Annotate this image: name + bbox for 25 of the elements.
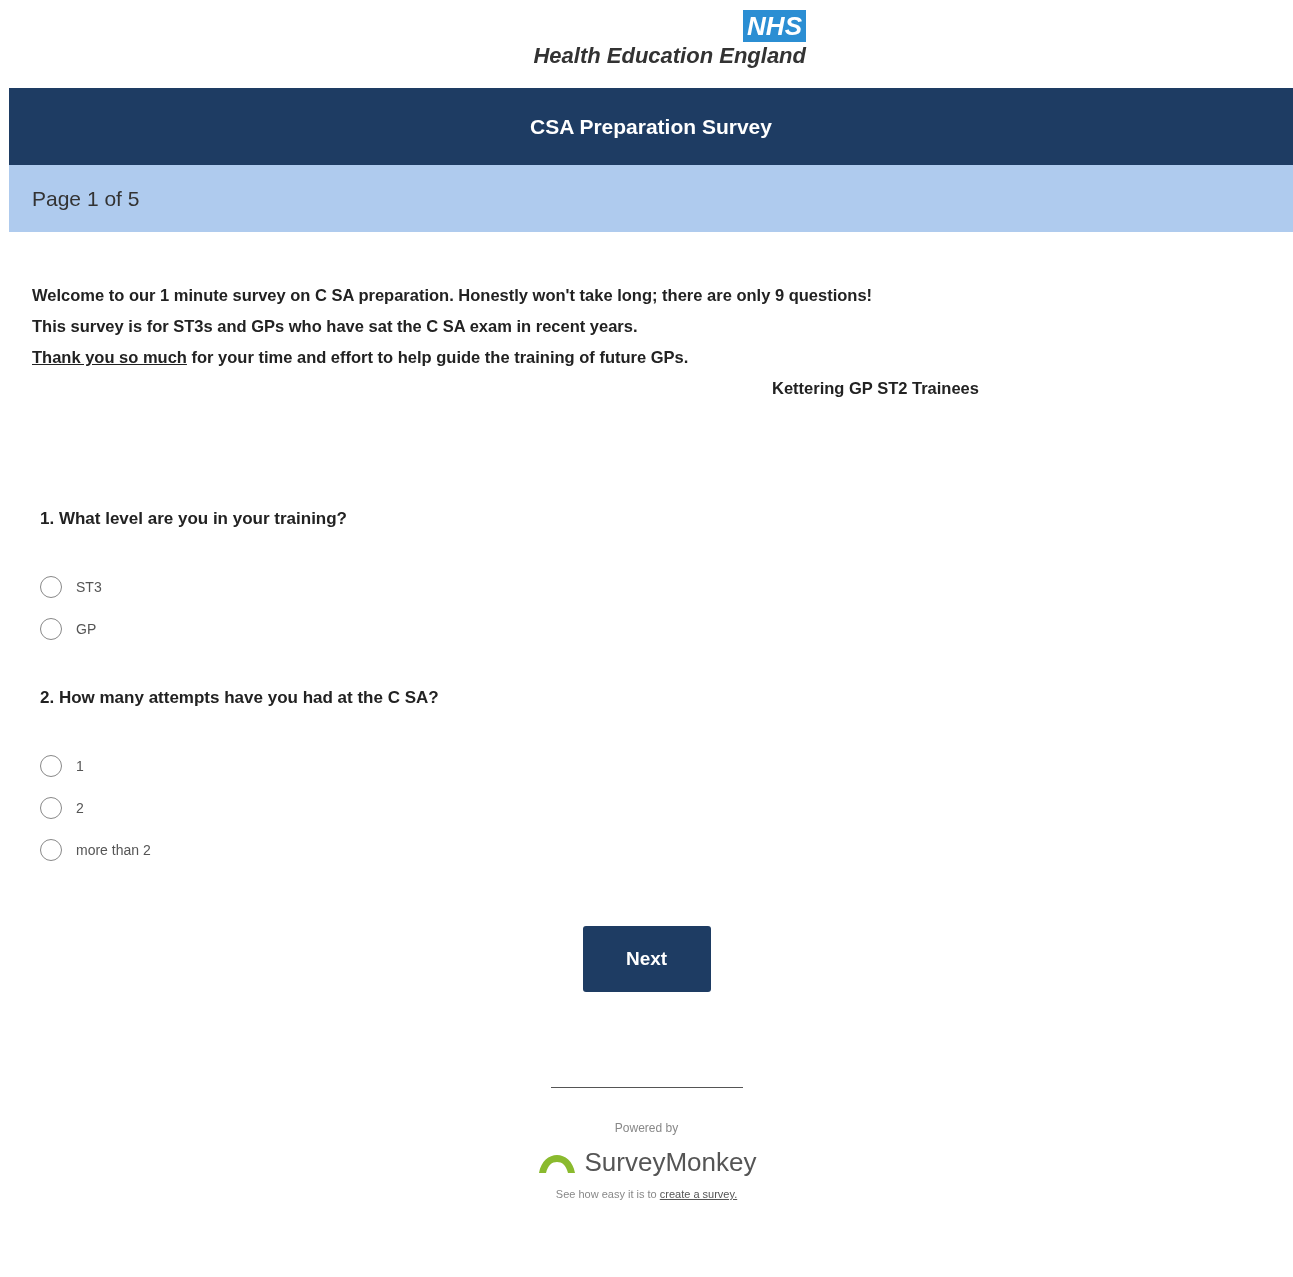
option-label: 1 (76, 758, 84, 774)
intro-text: This survey is for ST3s and GPs who have sat the C SA exam in recent years. (32, 316, 639, 337)
intro-text: Thank you so much for your time and effort to help guide the training of future GPs. (32, 347, 690, 368)
logo-text: Health Education England (533, 42, 806, 70)
survey-title: CSA Preparation Survey (530, 114, 772, 139)
question-title: 2. How many attempts have you had at the C SA? (40, 687, 440, 709)
signature: Kettering GP ST2 Trainees (772, 378, 979, 399)
option-label: more than 2 (76, 842, 151, 858)
next-button[interactable]: Next (582, 926, 711, 992)
option-label: GP (76, 621, 97, 637)
brand-name: SurveyMonkey (584, 1147, 757, 1178)
option-label: 2 (76, 800, 84, 816)
radio-button[interactable] (40, 755, 62, 777)
option-label: ST3 (76, 579, 102, 595)
nhs-badge: NHS (743, 10, 806, 42)
create-survey-link[interactable]: create a survey. (659, 1188, 738, 1200)
page-indicator: Page 1 of 5 (32, 186, 140, 211)
radio-button[interactable] (40, 797, 62, 819)
tagline-text: See how easy it is to create a survey. (555, 1188, 738, 1200)
intro-text: Welcome to our 1 minute survey on C SA preparation. Honestly won't take long; there are only 9 questions! (32, 285, 874, 306)
radio-button[interactable] (40, 618, 62, 640)
powered-by-text: Powered by (614, 1121, 679, 1135)
question-title: 1. What level are you in your training? (40, 508, 348, 530)
radio-button[interactable] (40, 839, 62, 861)
radio-button[interactable] (40, 576, 62, 598)
